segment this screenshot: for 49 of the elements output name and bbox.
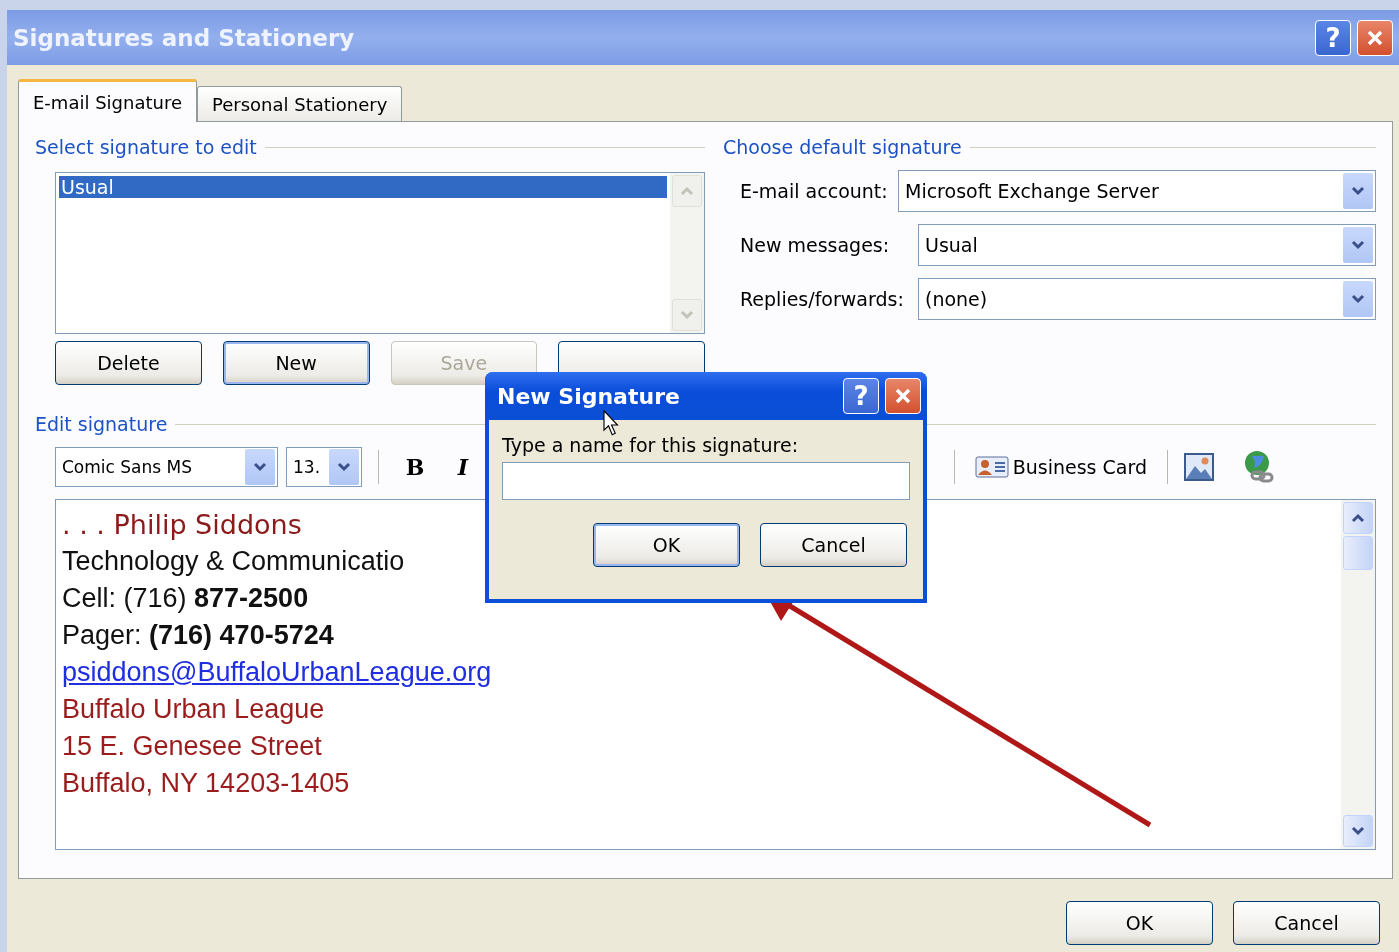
signature-name: . . . Philip Siddons [62, 508, 302, 542]
name-field[interactable] [502, 462, 910, 500]
group-label: Edit signature [35, 413, 1376, 435]
group-label: Choose default signature [723, 136, 1376, 158]
address-line: 15 E. Genesee Street [62, 730, 322, 763]
field-label: E-mail account: [740, 180, 889, 202]
field-label: New messages: [740, 234, 891, 256]
italic-button[interactable]: I [443, 454, 483, 480]
group-label: Select signature to edit [35, 136, 705, 158]
dialog-button[interactable]: OK [593, 523, 740, 567]
tab[interactable]: Personal Stationery [197, 86, 403, 121]
address-line: Buffalo Urban League [62, 693, 325, 726]
scroll-up-icon[interactable] [1351, 513, 1365, 523]
scroll-down-icon[interactable] [1351, 826, 1365, 836]
signature-line: Cell: (716) 877-2500 [62, 582, 309, 615]
dropdown[interactable]: Microsoft Exchange Server [898, 170, 1376, 212]
dropdown[interactable]: Usual [918, 224, 1376, 266]
signature-line: Technology & Communicatio [62, 545, 405, 578]
action-button[interactable]: New [222, 341, 370, 385]
signature-line: Pager: (716) 470-5724 [62, 619, 334, 652]
tab[interactable]: E-mail Signature [18, 79, 197, 122]
dialog-button[interactable]: OK [1066, 901, 1213, 945]
window-title: Signatures and Stationery [13, 24, 356, 51]
dialog-button[interactable]: Cancel [1233, 901, 1380, 945]
email-link[interactable]: psiddons@BuffaloUrbanLeague.org [62, 654, 492, 691]
cursor-icon [603, 410, 620, 437]
list-item[interactable]: Usual [59, 176, 667, 198]
close-button[interactable] [885, 378, 921, 414]
hyperlink-icon[interactable] [1242, 450, 1276, 484]
scrollbar[interactable] [1341, 500, 1375, 849]
help-button[interactable]: ? [843, 378, 879, 414]
prompt-label: Type a name for this signature: [502, 434, 800, 456]
address-line: Buffalo, NY 14203-1405 [62, 767, 350, 800]
scroll-thumb[interactable] [1343, 536, 1373, 570]
signature-list[interactable]: Usual [55, 172, 705, 334]
dialog-title: New Signature [497, 383, 680, 409]
close-button[interactable] [1357, 19, 1393, 56]
field-label: Replies/forwards: [740, 288, 905, 310]
help-button[interactable]: ? [1315, 19, 1351, 56]
bold-button[interactable]: B [395, 454, 435, 480]
business-card-button[interactable]: Business Card [970, 456, 1151, 478]
contact-card-icon[interactable] [974, 456, 1009, 478]
dialog-button[interactable]: Cancel [760, 523, 907, 567]
action-button[interactable]: Delete [55, 341, 202, 385]
size-dropdown[interactable]: 13. [286, 447, 362, 487]
dropdown[interactable]: (none) [918, 278, 1376, 320]
font-dropdown[interactable]: Comic Sans MS [55, 447, 278, 487]
picture-icon[interactable] [1184, 453, 1214, 481]
close-icon[interactable] [893, 386, 913, 406]
